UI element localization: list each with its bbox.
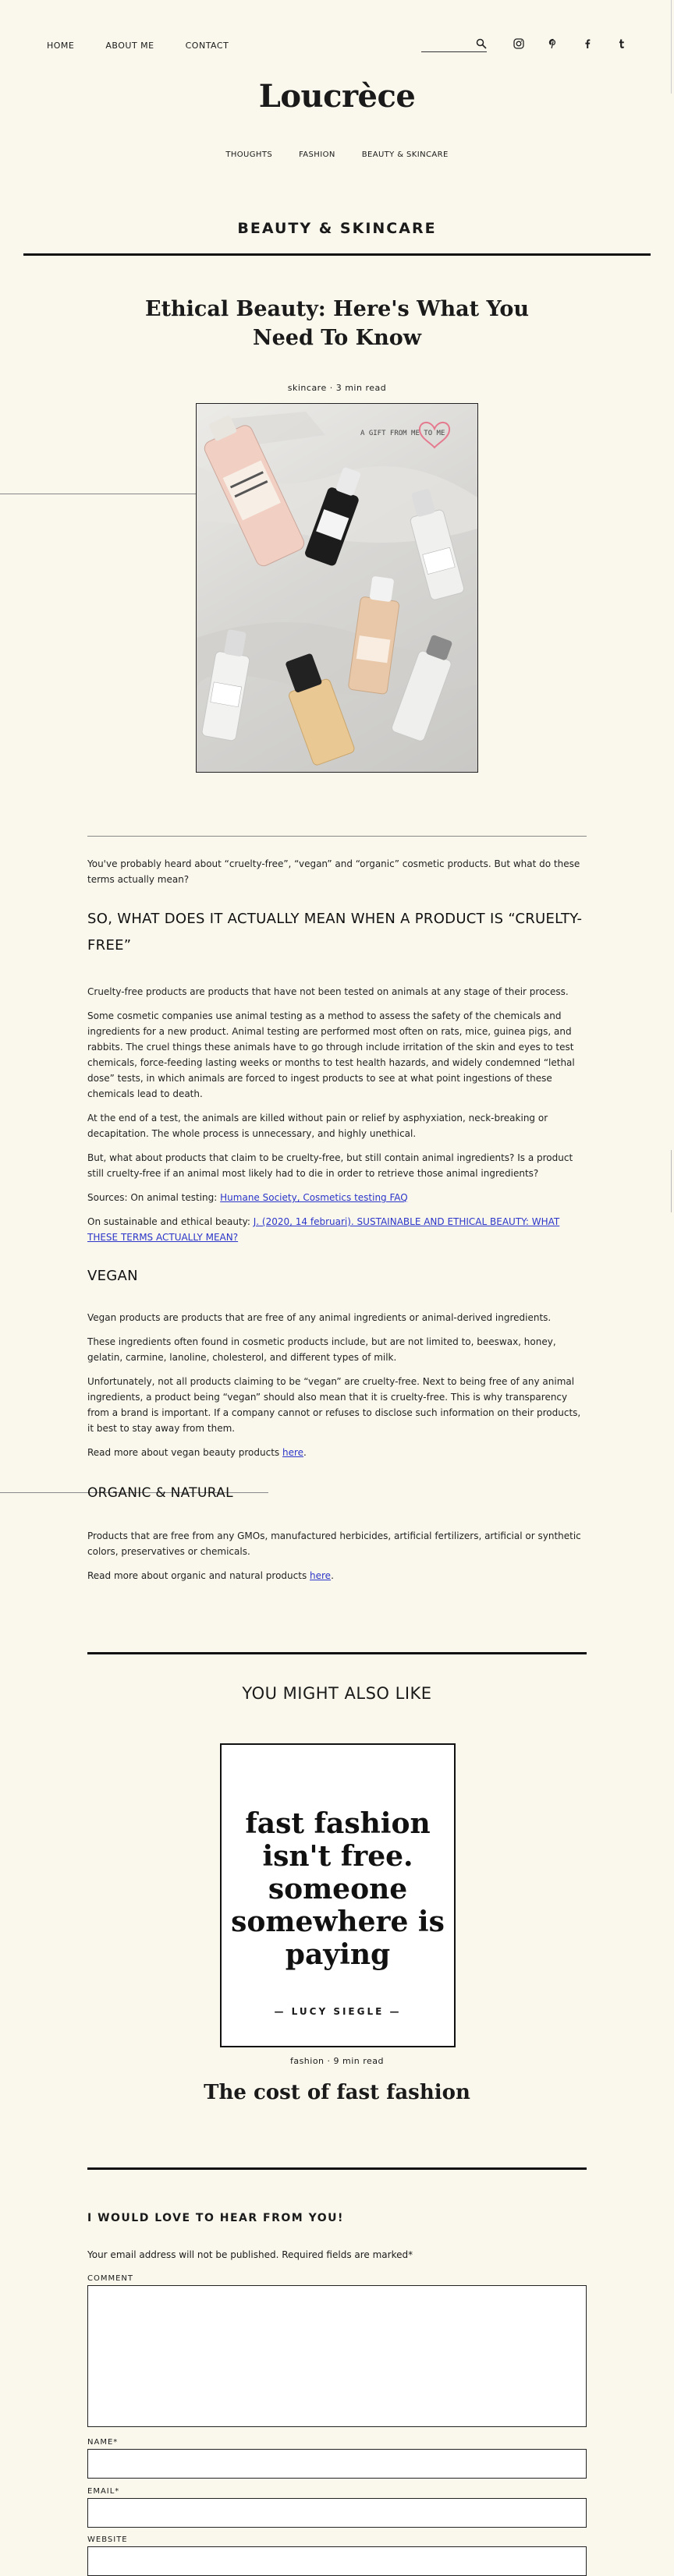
paragraph: But, what about products that claim to b… — [87, 1152, 573, 1179]
email-field[interactable] — [87, 2498, 587, 2528]
nav-contact[interactable]: CONTACT — [186, 41, 229, 51]
paragraph: These ingredients often found in cosmeti… — [87, 1336, 556, 1363]
comment-form-title: I WOULD LOVE TO HEAR FROM YOU! — [87, 2212, 344, 2224]
paragraph: Unfortunately, not all products claiming… — [87, 1376, 581, 1434]
paragraph: At the end of a test, the animals are ki… — [87, 1113, 548, 1139]
related-post-meta: fashion · 9 min read — [289, 2056, 385, 2066]
sources-link[interactable]: Humane Society, Cosmetics testing FAQ — [220, 1192, 408, 1203]
nav-fashion[interactable]: FASHION — [299, 150, 335, 159]
search-icon[interactable] — [476, 37, 487, 52]
pinterest-icon[interactable] — [546, 37, 560, 51]
scrollbar-track[interactable] — [671, 0, 672, 94]
comment-textarea[interactable] — [87, 2285, 587, 2427]
image-caption: A GIFT FROM ME TO ME — [360, 430, 445, 437]
heading-cruelty-free: SO, WHAT DOES IT ACTUALLY MEAN WHEN A PR… — [87, 911, 583, 954]
article-divider — [87, 836, 587, 837]
related-post-title[interactable]: The cost of fast fashion — [0, 2081, 674, 2104]
search-box — [421, 37, 487, 52]
sustainability-label: On sustainable and ethical beauty: — [87, 1216, 254, 1227]
nav-home[interactable]: HOME — [47, 41, 74, 51]
read-more-text: Read more about organic and natural prod… — [87, 1570, 310, 1581]
section-divider — [23, 253, 651, 256]
comment-divider — [87, 2167, 587, 2170]
email-label: EMAIL* — [87, 2487, 120, 2496]
tumblr-icon[interactable] — [615, 37, 629, 51]
sustainability-paragraph: On sustainable and ethical beauty: J. (2… — [87, 1214, 587, 1245]
name-field[interactable] — [87, 2449, 587, 2479]
article-intro: You've probably heard about “cruelty-fre… — [87, 856, 587, 887]
paragraph: Cruelty-free products are products that … — [87, 986, 569, 997]
post-title: Ethical Beauty: Here's What You Need To … — [144, 297, 530, 350]
paragraph: Some cosmetic companies use animal testi… — [87, 1010, 575, 1099]
skincare-products-photo: A GIFT FROM ME TO ME — [197, 412, 477, 766]
category-navigation: THOUGHTS FASHION BEAUTY & SKINCARE — [0, 150, 674, 159]
site-logo[interactable]: Loucrèce — [0, 78, 674, 115]
website-field[interactable] — [87, 2546, 587, 2576]
nav-about[interactable]: ABOUT ME — [105, 41, 154, 51]
heading-vegan: VEGAN — [87, 1268, 138, 1284]
sources-label: Sources: On animal testing: — [87, 1192, 221, 1203]
related-post-card[interactable]: fast fashion isn't free. someone somewhe… — [220, 1743, 456, 2047]
website-label: WEBSITE — [87, 2535, 128, 2544]
intro-paragraph: You've probably heard about “cruelty-fre… — [87, 858, 580, 885]
comment-form-note: Your email address will not be published… — [87, 2249, 413, 2260]
search-input[interactable] — [421, 37, 473, 50]
related-quote: fast fashion isn't free. someone somewhe… — [231, 1807, 445, 1971]
paragraph: Products that are free from any GMOs, ma… — [87, 1530, 581, 1557]
article-organic: Products that are free from any GMOs, ma… — [87, 1528, 587, 1583]
section-title: BEAUTY & SKINCARE — [237, 220, 437, 237]
paragraph: Vegan products are products that are fre… — [87, 1312, 552, 1323]
vegan-read-more: Read more about vegan beauty products he… — [87, 1447, 307, 1458]
facebook-icon[interactable] — [580, 37, 594, 51]
vegan-read-more-link[interactable]: here — [282, 1447, 303, 1458]
related-quote-author: — LUCY SIEGLE — — [274, 2006, 402, 2017]
instagram-icon[interactable] — [512, 37, 526, 51]
organic-read-more-link[interactable]: here — [310, 1570, 331, 1581]
nav-thoughts[interactable]: THOUGHTS — [225, 150, 272, 159]
read-more-text: Read more about vegan beauty products — [87, 1447, 282, 1458]
name-label: NAME* — [87, 2438, 119, 2447]
comment-label: COMMENT — [87, 2274, 134, 2283]
article-cruelty-free: Cruelty-free products are products that … — [87, 984, 587, 1245]
social-links — [512, 37, 629, 51]
article-vegan: Vegan products are products that are fre… — [87, 1310, 587, 1460]
heading-organic: ORGANIC & NATURAL — [87, 1485, 233, 1501]
hero-image: A GIFT FROM ME TO ME — [196, 403, 478, 773]
sources-paragraph: Sources: On animal testing: Humane Socie… — [87, 1190, 587, 1205]
post-meta: skincare · 3 min read — [287, 383, 387, 393]
scrollbar-thumb[interactable] — [671, 1150, 672, 1212]
related-heading: YOU MIGHT ALSO LIKE — [242, 1684, 432, 1703]
nav-beauty-skincare[interactable]: BEAUTY & SKINCARE — [362, 150, 449, 159]
top-navigation: HOME ABOUT ME CONTACT — [47, 41, 229, 51]
related-divider — [87, 1652, 587, 1654]
organic-read-more: Read more about organic and natural prod… — [87, 1570, 334, 1581]
